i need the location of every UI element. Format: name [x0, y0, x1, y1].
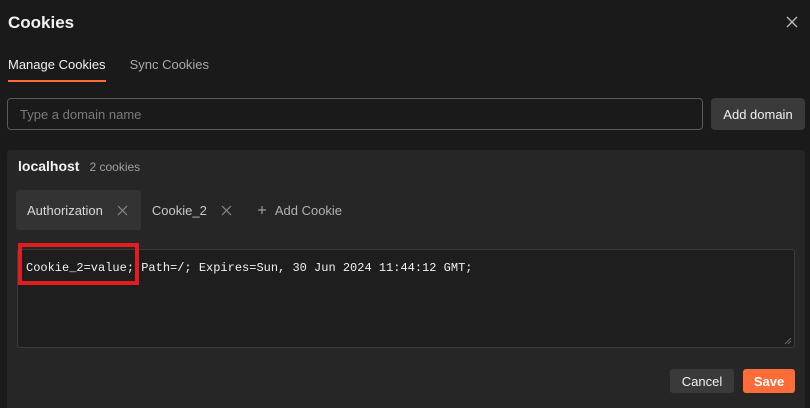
- plus-icon: [257, 206, 266, 214]
- close-button[interactable]: [782, 12, 802, 32]
- cookie-tab-authorization[interactable]: Authorization: [16, 190, 141, 230]
- cookie-value-editor[interactable]: Cookie_2=value; Path=/; Expires=Sun, 30 …: [17, 243, 795, 348]
- add-domain-button[interactable]: Add domain: [711, 98, 805, 130]
- add-cookie-label: Add Cookie: [274, 202, 343, 218]
- remove-cookie-button[interactable]: [117, 204, 129, 216]
- close-icon: [117, 205, 128, 215]
- close-icon: [221, 205, 232, 215]
- cookie-count: 2 cookies: [89, 160, 141, 174]
- cookie-value-text: Cookie_2=value; Path=/; Expires=Sun, 30 …: [26, 261, 473, 275]
- dialog-title: Cookies: [8, 13, 75, 32]
- cookie-tabs-bar: Manage Cookies Sync Cookies: [8, 57, 209, 82]
- domain-name: localhost: [18, 158, 80, 174]
- tab-sync-cookies[interactable]: Sync Cookies: [130, 57, 209, 82]
- close-icon: [786, 16, 798, 28]
- cookies-dialog: Cookies Manage Cookies Sync Cookies Add …: [0, 0, 810, 408]
- cookie-list: Authorization Cookie_2 Add Cookie: [16, 190, 342, 230]
- save-button[interactable]: Save: [743, 369, 795, 393]
- remove-cookie-button[interactable]: [221, 204, 233, 216]
- resize-handle-icon[interactable]: [784, 337, 792, 345]
- add-cookie-button[interactable]: Add Cookie: [257, 203, 342, 218]
- domain-panel: localhost 2 cookies Authorization Cookie…: [7, 150, 805, 408]
- cancel-button[interactable]: Cancel: [670, 369, 734, 393]
- domain-header: localhost 2 cookies: [18, 158, 140, 174]
- cookie-tab-label: Authorization: [27, 202, 103, 218]
- cookie-tab-cookie-2[interactable]: Cookie_2: [141, 190, 245, 230]
- tab-manage-cookies[interactable]: Manage Cookies: [8, 57, 106, 82]
- cookie-tab-label: Cookie_2: [151, 202, 207, 218]
- domain-input[interactable]: [7, 98, 703, 130]
